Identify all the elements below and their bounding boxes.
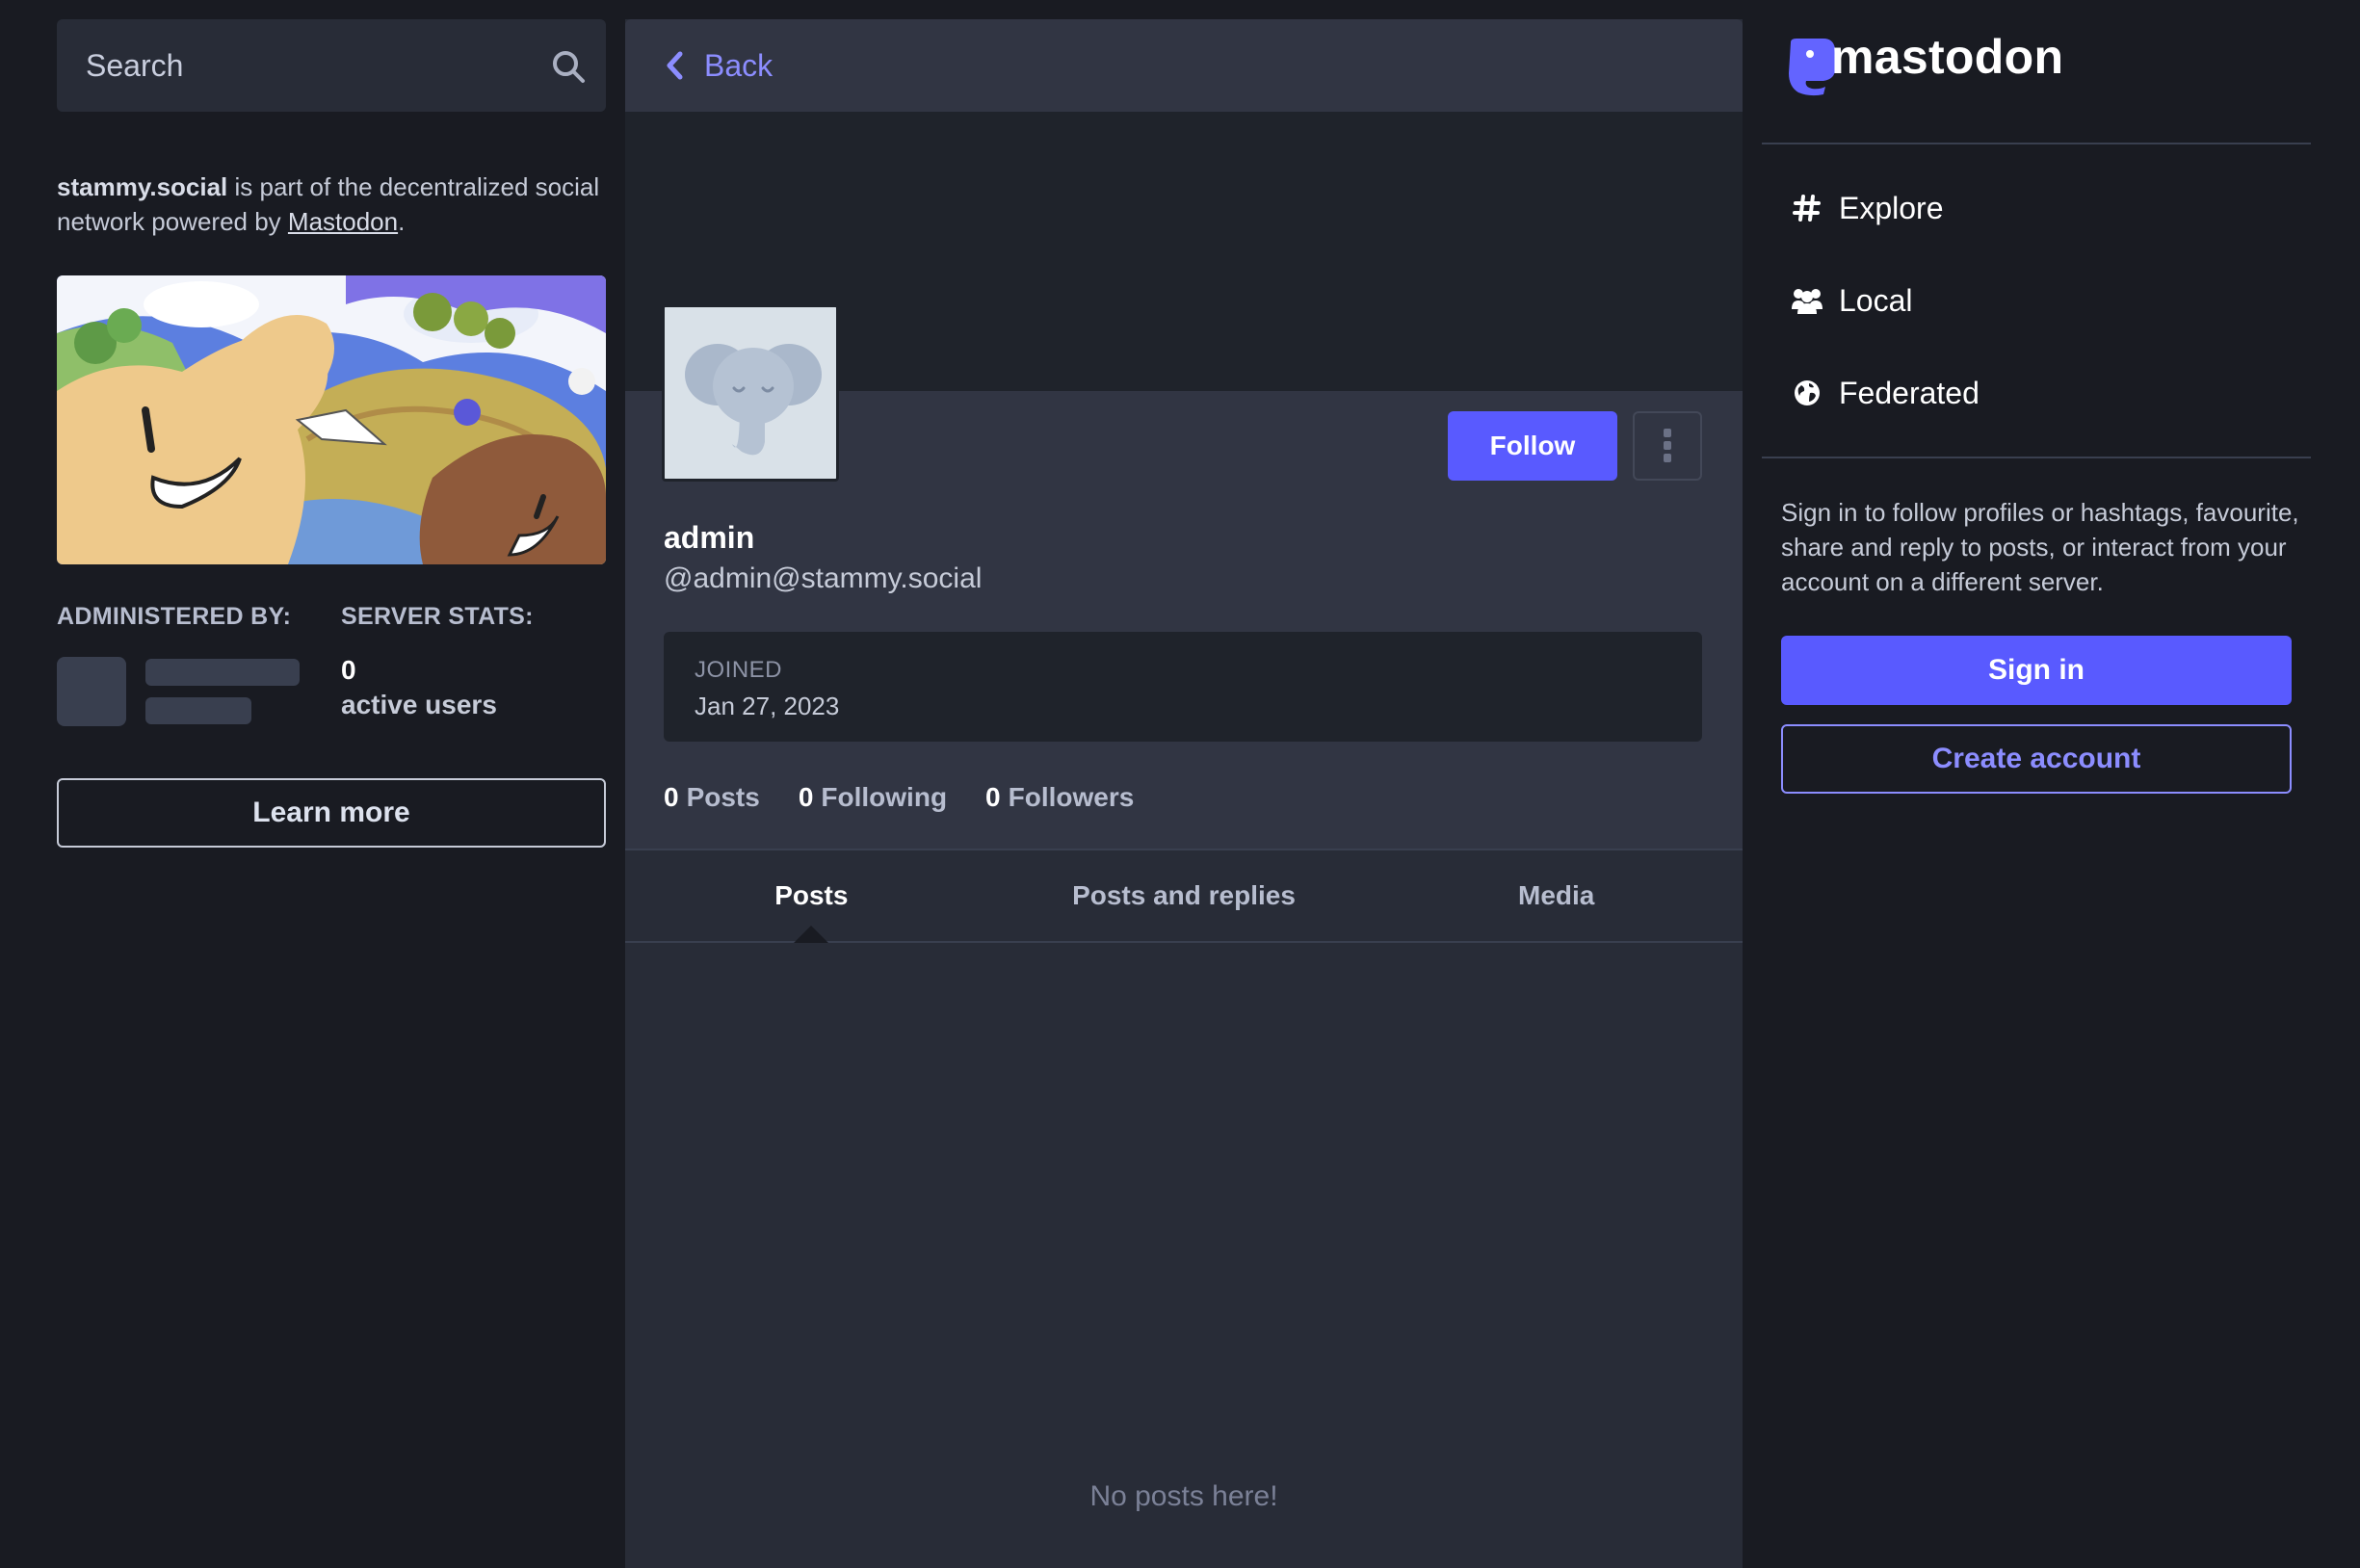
learn-more-button[interactable]: Learn more <box>57 778 606 848</box>
back-button[interactable]: Back <box>704 48 773 84</box>
tab-posts-label: Posts <box>774 880 849 910</box>
administered-by-title: ADMINISTERED BY: <box>57 603 292 630</box>
active-tab-indicator <box>794 926 829 943</box>
mastodon-logo-icon <box>1789 39 1835 96</box>
follow-button[interactable]: Follow <box>1448 411 1617 481</box>
profile-handle: @admin@stammy.social <box>664 562 983 594</box>
empty-timeline-message: No posts here! <box>1089 1480 1278 1512</box>
main-navigation: Explore Local Federated <box>1762 144 2311 457</box>
server-name: stammy.social <box>57 172 228 201</box>
nav-item-explore-label: Explore <box>1839 190 1944 225</box>
following-count-label: Following <box>821 782 948 812</box>
followers-count-label: Followers <box>1008 782 1135 812</box>
joined-date: Jan 27, 2023 <box>695 692 840 720</box>
divider <box>1762 457 2311 458</box>
search-input[interactable] <box>86 19 538 112</box>
chevron-left-icon[interactable] <box>664 50 685 81</box>
following-count[interactable]: 0 Following <box>799 782 947 813</box>
tab-posts-and-replies-label: Posts and replies <box>1072 880 1296 910</box>
search-box <box>57 19 606 112</box>
profile-counts: 0 Posts 0 Following 0 Followers <box>664 782 1134 813</box>
followers-count-value: 0 <box>985 782 1001 812</box>
server-stats-title: SERVER STATS: <box>341 603 534 630</box>
left-column: stammy.social is part of the decentraliz… <box>57 19 606 848</box>
column-header: Back <box>625 19 1743 112</box>
mastodon-link[interactable]: Mastodon <box>288 207 398 236</box>
nav-item-local[interactable]: Local <box>1762 254 2311 347</box>
brand-name: mastodon <box>1831 30 2064 84</box>
nav-item-explore[interactable]: Explore <box>1762 162 2311 254</box>
tab-posts-and-replies[interactable]: Posts and replies <box>998 850 1371 941</box>
users-icon <box>1791 284 1823 317</box>
followers-count[interactable]: 0 Followers <box>985 782 1134 813</box>
tab-posts[interactable]: Posts <box>625 850 998 943</box>
profile-display-name: admin <box>664 520 755 555</box>
hashtag-icon <box>1791 192 1823 224</box>
admin-handle-placeholder <box>145 697 251 724</box>
joined-label: JOINED <box>695 657 783 683</box>
timeline-empty: No posts here! <box>625 943 1743 1568</box>
admin-avatar-placeholder <box>57 657 126 726</box>
nav-item-federated-label: Federated <box>1839 375 1980 410</box>
tab-media-label: Media <box>1518 880 1595 910</box>
nav-item-federated[interactable]: Federated <box>1762 347 2311 439</box>
app-root: stammy.social is part of the decentraliz… <box>0 0 2360 1568</box>
description-end: . <box>398 207 406 236</box>
joined-field: JOINED Jan 27, 2023 <box>664 632 1702 742</box>
server-description: stammy.social is part of the decentraliz… <box>57 170 606 239</box>
signin-prompt: Sign in to follow profiles or hashtags, … <box>1781 498 2299 596</box>
posts-count-label: Posts <box>686 782 760 812</box>
kebab-menu-icon <box>1664 429 1671 462</box>
posts-count[interactable]: 0 Posts <box>664 782 760 813</box>
active-users-label: active users <box>341 690 497 719</box>
create-account-button[interactable]: Create account <box>1781 724 2292 794</box>
profile-column: Back Follow admin @admin@stammy.social J… <box>625 19 1743 1568</box>
profile-tabs: Posts Posts and replies Media <box>625 849 1743 943</box>
active-users-count: 0 <box>341 655 356 685</box>
server-hero-image <box>57 275 606 564</box>
profile-info: Follow admin @admin@stammy.social JOINED… <box>625 304 1743 849</box>
tab-media[interactable]: Media <box>1370 850 1743 941</box>
elephant-avatar-icon <box>665 307 836 479</box>
posts-count-value: 0 <box>664 782 679 812</box>
admin-name-placeholder <box>145 659 300 686</box>
admin-stats-section: ADMINISTERED BY: SERVER STATS: 0 active … <box>57 603 606 757</box>
globe-icon <box>1791 377 1823 409</box>
more-options-button[interactable] <box>1633 411 1702 481</box>
profile-avatar <box>662 304 839 482</box>
mastodon-logo[interactable]: mastodon <box>1762 19 2311 143</box>
nav-item-local-label: Local <box>1839 282 1913 318</box>
sign-in-button[interactable]: Sign in <box>1781 636 2292 705</box>
navigation-column: mastodon Explore Local Federated Sign in… <box>1762 19 2311 794</box>
following-count-value: 0 <box>798 782 814 812</box>
search-icon[interactable] <box>550 48 587 85</box>
